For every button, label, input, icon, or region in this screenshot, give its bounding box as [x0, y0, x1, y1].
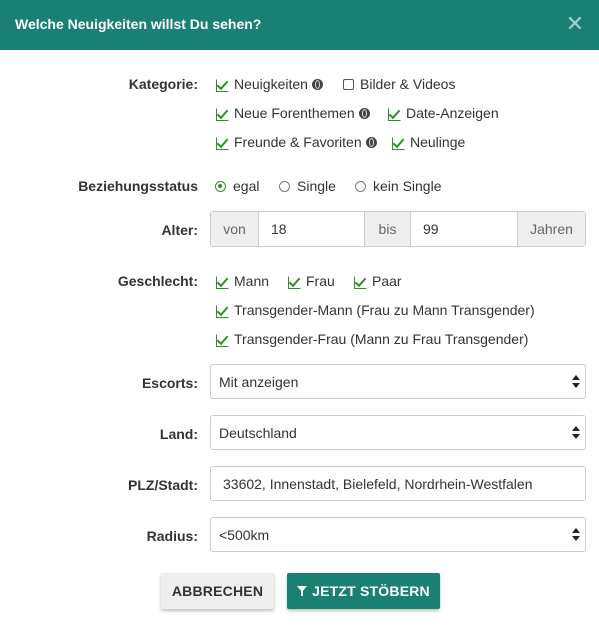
cancel-button[interactable]: ABBRECHEN — [161, 573, 274, 609]
option-label: Transgender-Frau (Mann zu Frau Transgend… — [234, 331, 529, 347]
option-label: egal — [233, 178, 260, 194]
alter-label: Alter: — [161, 222, 198, 238]
checkbox-checked-icon — [216, 136, 229, 150]
escorts-select[interactable]: Mit anzeigen — [210, 364, 586, 399]
plz-city-input[interactable]: 33602, Innenstadt, Bielefeld, Nordrhein-… — [210, 466, 586, 501]
radio-unselected-icon — [355, 180, 366, 192]
checkbox-paar[interactable]: Paar — [354, 273, 402, 289]
select-arrows-icon — [572, 426, 580, 440]
land-selected-value: Deutschland — [219, 424, 297, 441]
checkbox-neulinge[interactable]: Neulinge — [392, 134, 465, 150]
browse-button[interactable]: JETZT STÖBERN — [287, 573, 440, 609]
select-arrows-icon — [572, 528, 580, 542]
option-label: Paar — [372, 273, 402, 289]
radio-egal[interactable]: egal — [215, 178, 259, 194]
escorts-label: Escorts: — [141, 375, 198, 391]
browse-button-label: JETZT STÖBERN — [312, 583, 430, 599]
checkbox-transgender-mann[interactable]: Transgender-Mann (Frau zu Mann Transgend… — [216, 302, 535, 318]
option-label: Freunde & Favoriten — [234, 134, 362, 150]
checkbox-neue-forenthemen[interactable]: Neue Forenthemen — [216, 105, 370, 121]
option-label: Mann — [234, 273, 270, 289]
option-label: Single — [297, 178, 336, 194]
option-label: Transgender-Mann (Frau zu Mann Transgend… — [234, 302, 535, 318]
kategorie-label: Kategorie: — [128, 76, 198, 92]
option-label: kein Single — [373, 178, 442, 194]
option-label: Bilder & Videos — [360, 76, 456, 92]
checkbox-neuigkeiten[interactable]: Neuigkeiten — [216, 76, 323, 92]
beziehungsstatus-label: Beziehungsstatus — [78, 178, 198, 194]
checkbox-checked-icon — [216, 107, 229, 121]
dialog-header: Welche Neuigkeiten willst Du sehen? ✕ — [0, 0, 599, 50]
radio-single[interactable]: Single — [279, 178, 336, 194]
age-unit-addon: Jahren — [518, 212, 585, 246]
radius-select[interactable]: <500km — [210, 517, 586, 552]
checkbox-frau[interactable]: Frau — [288, 273, 335, 289]
plz-label: PLZ/Stadt: — [128, 477, 198, 493]
age-to-addon: bis — [365, 212, 410, 246]
checkbox-checked-icon — [216, 78, 229, 92]
close-icon[interactable]: ✕ — [565, 12, 585, 36]
checkbox-checked-icon — [288, 275, 301, 289]
age-from-input[interactable]: 18 — [258, 212, 365, 246]
globe-icon — [358, 107, 370, 119]
radio-unselected-icon — [279, 180, 290, 192]
radio-kein-single[interactable]: kein Single — [355, 178, 442, 194]
checkbox-date-anzeigen[interactable]: Date-Anzeigen — [388, 105, 499, 121]
checkbox-transgender-frau[interactable]: Transgender-Frau (Mann zu Frau Transgend… — [216, 331, 528, 347]
checkbox-checked-icon — [216, 333, 229, 347]
globe-icon — [311, 78, 323, 90]
checkbox-checked-icon — [216, 275, 229, 289]
checkbox-checked-icon — [216, 304, 229, 318]
checkbox-mann[interactable]: Mann — [216, 273, 269, 289]
checkbox-bilder-videos[interactable]: Bilder & Videos — [343, 76, 455, 92]
option-label: Neue Forenthemen — [234, 105, 355, 121]
dialog-title: Welche Neuigkeiten willst Du sehen? — [15, 16, 262, 32]
radius-label: Radius: — [146, 528, 198, 544]
option-label: Neulinge — [410, 134, 466, 150]
checkbox-unchecked-icon — [343, 78, 354, 90]
land-select[interactable]: Deutschland — [210, 415, 586, 450]
cancel-button-label: ABBRECHEN — [171, 583, 264, 599]
radio-selected-icon — [215, 180, 226, 192]
select-arrows-icon — [572, 375, 580, 389]
option-label: Frau — [306, 273, 335, 289]
checkbox-freunde-favoriten[interactable]: Freunde & Favoriten — [216, 134, 377, 150]
age-range-group: von 18 bis 99 Jahren — [210, 211, 586, 247]
age-to-input[interactable]: 99 — [410, 212, 518, 246]
radius-selected-value: <500km — [219, 526, 270, 543]
escorts-selected-value: Mit anzeigen — [219, 373, 299, 390]
option-label: Neuigkeiten — [234, 76, 308, 92]
checkbox-checked-icon — [388, 107, 401, 121]
age-from-addon: von — [211, 212, 258, 246]
checkbox-checked-icon — [354, 275, 367, 289]
geschlecht-label: Geschlecht: — [117, 273, 198, 289]
filter-icon — [297, 586, 308, 596]
globe-icon — [365, 136, 377, 148]
checkbox-checked-icon — [392, 136, 405, 150]
land-label: Land: — [159, 426, 198, 442]
option-label: Date-Anzeigen — [406, 105, 499, 121]
